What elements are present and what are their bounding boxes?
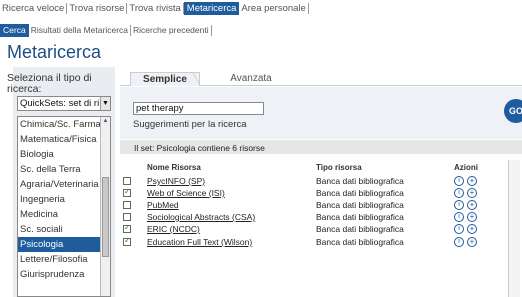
- search-mode-tabs: Semplice Avanzata: [120, 72, 522, 86]
- category-item[interactable]: Lettere/Filosofia: [18, 252, 110, 267]
- category-item[interactable]: Sc. della Terra: [18, 162, 110, 177]
- column-header-name: Nome Risorsa: [147, 163, 201, 172]
- category-item[interactable]: Biologia: [18, 147, 110, 162]
- info-icon[interactable]: i: [454, 188, 464, 198]
- top-nav-item-0[interactable]: Ricerca veloce: [0, 3, 68, 14]
- resource-name-link[interactable]: ERIC (NCDC): [147, 224, 200, 234]
- sub-nav-item-0[interactable]: Cerca: [0, 24, 29, 37]
- search-type-select-value: QuickSets: set di ri: [20, 98, 100, 109]
- resource-checkbox[interactable]: [123, 223, 131, 233]
- table-row: PsycINFO (SP) Banca dati bibliografica i +: [120, 176, 512, 187]
- add-icon[interactable]: +: [467, 188, 477, 198]
- search-suggestions-link[interactable]: Suggerimenti per la ricerca: [133, 119, 247, 130]
- add-icon[interactable]: +: [467, 237, 477, 247]
- add-icon[interactable]: +: [467, 224, 477, 234]
- resource-checkbox[interactable]: [123, 201, 131, 209]
- resource-name-link[interactable]: Sociological Abstracts (CSA): [147, 212, 255, 222]
- top-nav-item-1[interactable]: Trova risorse: [67, 3, 128, 14]
- column-header-actions: Azioni: [454, 163, 478, 172]
- sub-nav-item-1[interactable]: Risultati della Metaricerca: [29, 25, 132, 36]
- category-item[interactable]: Giurisprudenza: [18, 267, 110, 282]
- category-item[interactable]: Agraria/Veterinaria: [18, 177, 110, 192]
- resource-checkbox[interactable]: [123, 187, 131, 197]
- set-info-text: Il set: Psicologia contiene 6 risorse: [134, 143, 265, 153]
- resource-checkbox[interactable]: [123, 236, 131, 246]
- chevron-down-icon[interactable]: ▼: [100, 97, 110, 110]
- page-title: Metaricerca: [7, 42, 102, 62]
- tab-advanced[interactable]: Avanzata: [206, 72, 296, 86]
- category-item[interactable]: Chimica/Sc. Farmaco: [18, 117, 110, 132]
- resource-name-link[interactable]: PubMed: [147, 200, 179, 210]
- resource-name-link[interactable]: Education Full Text (Wilson): [147, 237, 252, 247]
- table-row: Web of Science (ISI) Banca dati bibliogra…: [120, 187, 512, 199]
- top-nav-item-4[interactable]: Area personale: [239, 3, 309, 14]
- sub-navigation: Cerca Risultati della Metaricerca Ricerche…: [0, 24, 522, 37]
- results-scrollbar[interactable]: [508, 160, 520, 297]
- tab-simple[interactable]: Semplice: [130, 72, 200, 86]
- scroll-thumb[interactable]: [102, 177, 109, 257]
- top-navigation: Ricerca veloce Trova risorse Trova rivista…: [0, 2, 522, 15]
- add-icon[interactable]: +: [467, 200, 477, 210]
- resource-type: Banca dati bibliografica: [316, 237, 404, 247]
- go-button[interactable]: GO: [504, 99, 522, 123]
- add-icon[interactable]: +: [467, 212, 477, 222]
- info-icon[interactable]: i: [454, 224, 464, 234]
- category-item[interactable]: Psicologia: [18, 237, 110, 252]
- resource-type: Banca dati bibliografica: [316, 200, 404, 210]
- resource-name-link[interactable]: PsycINFO (SP): [147, 176, 205, 186]
- search-type-select[interactable]: QuickSets: set di ri ▼: [17, 96, 111, 111]
- info-icon[interactable]: i: [454, 212, 464, 222]
- list-scrollbar[interactable]: ▲: [100, 117, 110, 296]
- category-item[interactable]: Medicina: [18, 207, 110, 222]
- info-icon[interactable]: i: [454, 237, 464, 247]
- scroll-up-icon[interactable]: ▲: [101, 117, 110, 126]
- category-item[interactable]: Matematica/Fisica: [18, 132, 110, 147]
- category-item[interactable]: Sc. sociali: [18, 222, 110, 237]
- category-item[interactable]: Ingegneria: [18, 192, 110, 207]
- resource-checkbox[interactable]: [123, 213, 131, 221]
- info-icon[interactable]: i: [454, 176, 464, 186]
- search-input[interactable]: pet therapy: [133, 102, 264, 115]
- resource-type: Banca dati bibliografica: [316, 212, 404, 222]
- resource-type: Banca dati bibliografica: [316, 224, 404, 234]
- resource-name-link[interactable]: Web of Science (ISI): [147, 188, 225, 198]
- sidebar-title: Seleziona il tipo di ricerca:: [7, 72, 92, 95]
- table-row: Sociological Abstracts (CSA) Banca dati b…: [120, 212, 512, 223]
- sub-nav-item-2[interactable]: Ricerche precedenti: [131, 25, 212, 36]
- table-row: PubMed Banca dati bibliografica i +: [120, 200, 512, 211]
- resource-type: Banca dati bibliografica: [316, 176, 404, 186]
- top-nav-item-3[interactable]: Metaricerca: [183, 2, 240, 15]
- table-row: ERIC (NCDC) Banca dati bibliografica i+: [120, 223, 512, 235]
- column-header-type: Tipo risorsa: [316, 163, 362, 172]
- resource-type: Banca dati bibliografica: [316, 188, 404, 198]
- table-row: Education Full Text (Wilson) Banca dati b…: [120, 236, 512, 248]
- top-nav-item-2[interactable]: Trova rivista: [127, 3, 184, 14]
- add-icon[interactable]: +: [467, 176, 477, 186]
- info-icon[interactable]: i: [454, 200, 464, 210]
- resource-checkbox[interactable]: [123, 177, 131, 185]
- category-list[interactable]: Chimica/Sc. Farmaco Matematica/Fisica Biol…: [17, 116, 111, 297]
